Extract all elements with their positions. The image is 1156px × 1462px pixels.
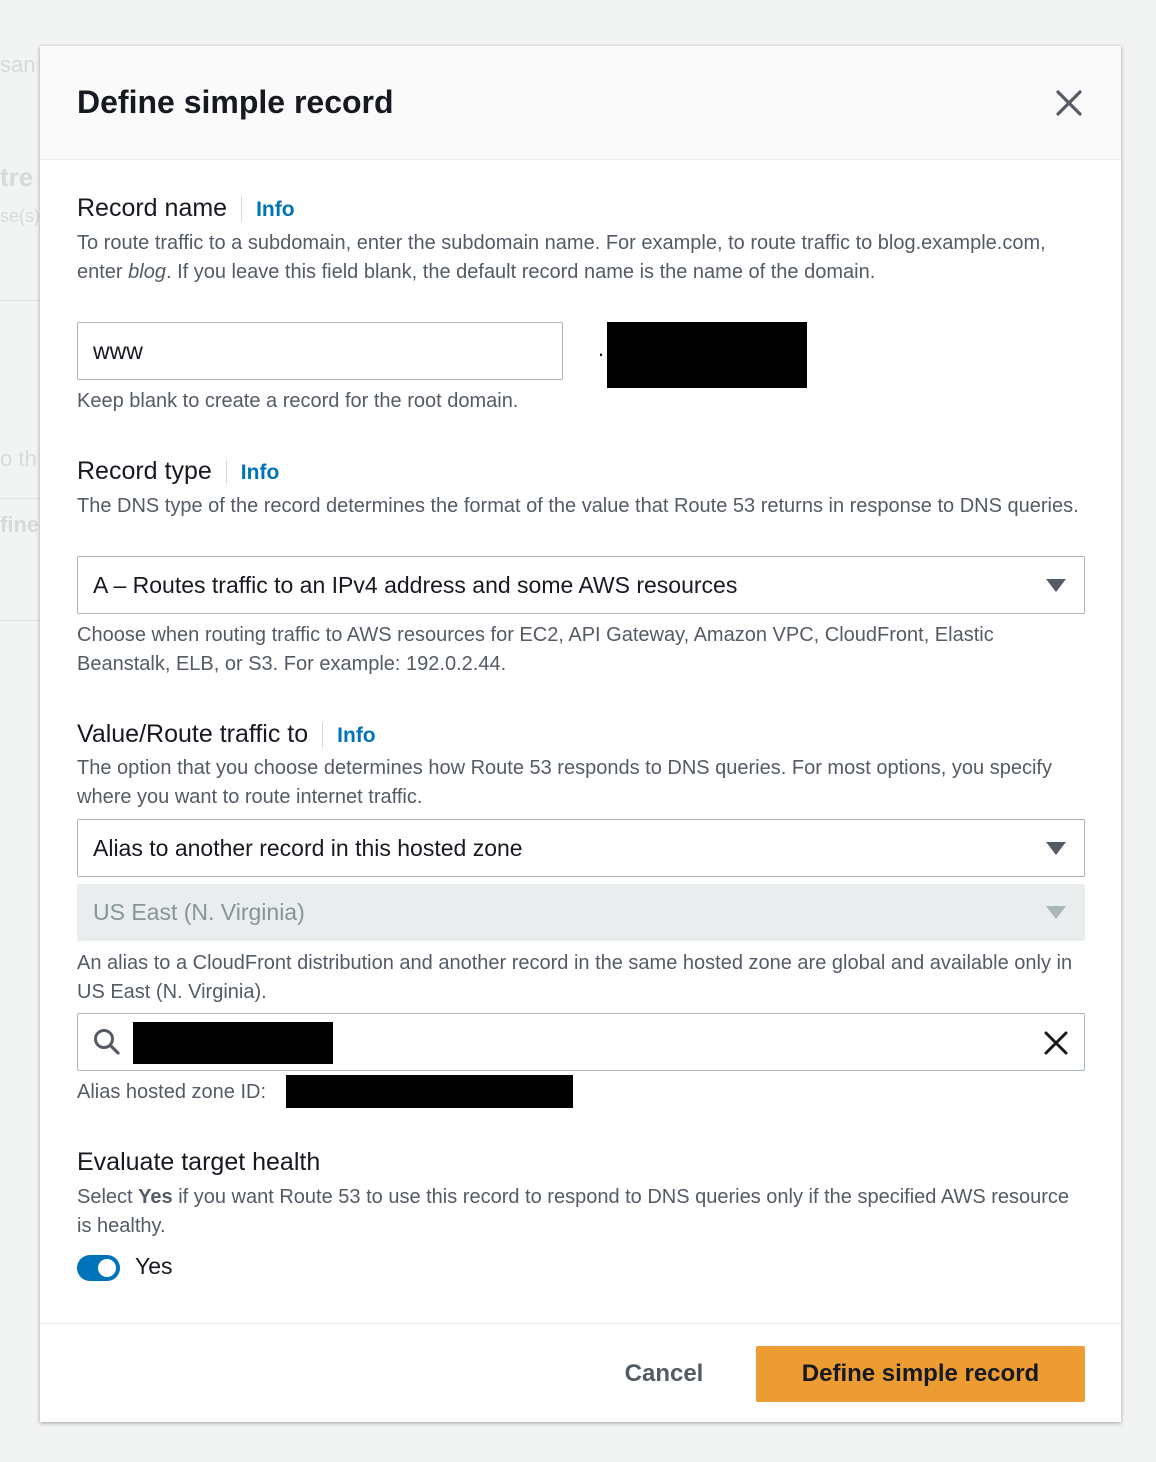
background-text: o th bbox=[0, 446, 37, 471]
background-text: se(s) bbox=[0, 206, 40, 226]
evaluate-health-description: Select Yes if you want Route 53 to use t… bbox=[77, 1183, 1087, 1240]
modal-footer-divider bbox=[40, 1323, 1121, 1324]
background-text: fine bbox=[0, 512, 40, 537]
record-type-select[interactable]: A – Routes traffic to an IPv4 address an… bbox=[77, 556, 1085, 614]
value-route-label-row: Value/Route traffic to Info bbox=[77, 720, 376, 749]
record-type-hint: Choose when routing traffic to AWS resou… bbox=[77, 624, 994, 675]
value-route-label: Value/Route traffic to bbox=[77, 720, 309, 748]
modal-header: Define simple record bbox=[40, 46, 1121, 160]
evaluate-health-label: Evaluate target health bbox=[77, 1148, 321, 1176]
define-simple-record-button[interactable]: Define simple record bbox=[756, 1346, 1085, 1402]
value-route-description: The option that you choose determines ho… bbox=[77, 757, 1052, 808]
cancel-button[interactable]: Cancel bbox=[605, 1346, 723, 1402]
toggle-knob bbox=[98, 1259, 116, 1277]
evaluate-health-description-text: if you want Route 53 to use this record … bbox=[77, 1186, 1070, 1237]
background-divider bbox=[0, 620, 40, 621]
region-select: US East (N. Virginia) bbox=[77, 884, 1085, 941]
endpoint-selected-value: Alias to another record in this hosted z… bbox=[93, 834, 523, 861]
region-hint: An alias to a CloudFront distribution an… bbox=[77, 952, 1073, 1003]
background-divider bbox=[0, 498, 40, 499]
label-divider bbox=[225, 459, 227, 486]
record-name-description-text: . If you leave this field blank, the def… bbox=[165, 260, 876, 283]
label-divider bbox=[322, 722, 324, 749]
value-route-info-link[interactable]: Info bbox=[337, 724, 375, 747]
record-name-label-row: Record name Info bbox=[77, 194, 295, 223]
close-icon bbox=[1056, 90, 1082, 116]
evaluate-health-description-yes: Yes bbox=[138, 1186, 173, 1208]
endpoint-select[interactable]: Alias to another record in this hosted z… bbox=[77, 819, 1085, 877]
record-type-selected-value: A – Routes traffic to an IPv4 address an… bbox=[93, 571, 738, 598]
label-divider bbox=[241, 196, 243, 223]
close-icon bbox=[1044, 1031, 1068, 1055]
record-name-label: Record name bbox=[77, 194, 228, 222]
evaluate-health-toggle[interactable] bbox=[77, 1255, 120, 1281]
record-name-description-example: blog bbox=[128, 260, 166, 283]
record-type-label: Record type bbox=[77, 457, 212, 485]
redacted-domain-name bbox=[607, 322, 807, 388]
redacted-alias-target bbox=[133, 1022, 333, 1064]
caret-down-icon bbox=[1046, 906, 1066, 919]
record-name-description: To route traffic to a subdomain, enter t… bbox=[77, 229, 1087, 286]
record-name-hint: Keep blank to create a record for the ro… bbox=[77, 390, 519, 412]
close-button[interactable] bbox=[1052, 86, 1086, 120]
record-type-info-link[interactable]: Info bbox=[241, 461, 279, 484]
background-text: tre bbox=[0, 162, 34, 192]
define-record-modal: Define simple record Record name Info To … bbox=[40, 46, 1121, 1422]
region-selected-value: US East (N. Virginia) bbox=[93, 899, 305, 925]
modal-title: Define simple record bbox=[77, 84, 394, 120]
caret-down-icon bbox=[1046, 578, 1066, 592]
record-type-description: The DNS type of the record determines th… bbox=[77, 495, 1079, 517]
record-type-label-row: Record type Info bbox=[77, 457, 279, 486]
clear-search-button[interactable] bbox=[1040, 1027, 1072, 1059]
caret-down-icon bbox=[1046, 841, 1066, 855]
alias-zone-id-label: Alias hosted zone ID: bbox=[77, 1081, 266, 1103]
evaluate-health-description-text: Select bbox=[77, 1186, 139, 1208]
redacted-alias-zone-id bbox=[286, 1075, 573, 1108]
record-name-info-link[interactable]: Info bbox=[256, 198, 294, 221]
domain-separator: . bbox=[598, 336, 605, 361]
toggle-label[interactable]: Yes bbox=[135, 1253, 173, 1280]
background-divider bbox=[0, 300, 40, 301]
search-icon bbox=[94, 1029, 120, 1055]
record-name-input[interactable]: www bbox=[77, 322, 563, 380]
background-text: san bbox=[0, 52, 36, 77]
